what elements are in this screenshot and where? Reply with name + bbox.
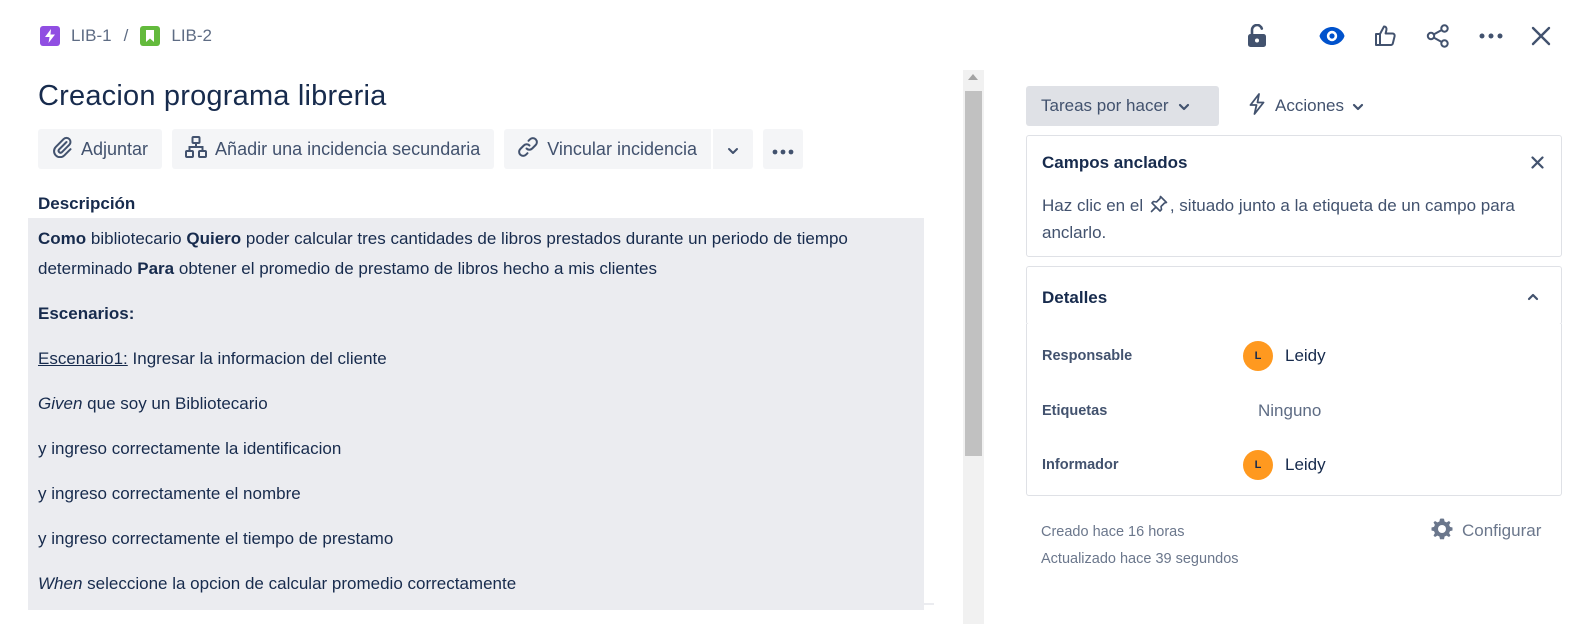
given-keyword: Given [38, 394, 83, 413]
configure-label: Configurar [1462, 521, 1542, 540]
assignee-name: Leidy [1285, 346, 1326, 365]
and-line-1: y ingreso correctamente la identificacio… [38, 439, 342, 458]
given-line: Given que soy un Bibliotecario [38, 389, 914, 419]
labels-row: Etiquetas Ninguno [1042, 393, 1551, 429]
description-editor[interactable]: Como bibliotecario Quiero poder calcular… [28, 218, 924, 610]
paperclip-icon [51, 136, 73, 163]
breadcrumb-current[interactable]: LIB-2 [140, 26, 212, 46]
details-title: Detalles [1042, 288, 1108, 307]
scroll-up-arrow-icon[interactable] [968, 74, 978, 80]
share-icon[interactable] [1420, 18, 1456, 54]
pin-icon [1150, 195, 1168, 220]
reporter-field[interactable]: L Leidy [1243, 450, 1326, 480]
assignee-field[interactable]: L Leidy [1243, 341, 1326, 371]
gear-icon [1430, 517, 1454, 546]
issue-timestamps: Creado hace 16 horas Actualizado hace 39… [1041, 519, 1239, 573]
status-dropdown[interactable]: Tareas por hacer [1026, 86, 1219, 126]
given-text: que soy un Bibliotecario [87, 394, 268, 413]
avatar: L [1243, 450, 1273, 480]
want-text-line2: determinado [38, 259, 133, 278]
scrollbar-thumb[interactable] [965, 91, 982, 456]
more-actions-button[interactable] [763, 129, 803, 169]
chevron-down-icon [1352, 96, 1364, 116]
when-text: seleccione la opcion de calcular promedi… [87, 574, 517, 593]
attach-label: Adjuntar [81, 138, 149, 159]
scrollbar[interactable] [963, 70, 984, 624]
updated-timestamp: Actualizado hace 39 segundos [1041, 551, 1239, 567]
avatar: L [1243, 341, 1273, 371]
when-line: When seleccione la opcion de calcular pr… [38, 569, 914, 599]
link-icon [517, 136, 539, 163]
user-story-paragraph: Como bibliotecario Quiero poder calcular… [38, 224, 914, 284]
story-icon [140, 26, 161, 46]
pinned-fields-title: Campos anclados [1042, 153, 1188, 172]
lightning-icon [1247, 92, 1267, 120]
description-divider [28, 603, 934, 605]
pinned-fields-panel: Campos anclados Haz clic en el , situado… [1026, 135, 1562, 257]
issue-header-actions [1222, 18, 1559, 54]
status-label: Tareas por hacer [1041, 96, 1169, 115]
more-icon [772, 139, 794, 160]
link-issue-button[interactable]: Vincular incidencia [504, 129, 711, 169]
description-label: Descripción [38, 194, 136, 213]
actions-label: Acciones [1275, 96, 1344, 115]
chevron-down-icon [1178, 96, 1190, 116]
issue-title[interactable]: Creacion programa libreria [38, 80, 387, 113]
when-keyword: When [38, 574, 83, 593]
breadcrumb-parent-label[interactable]: LIB-1 [71, 26, 112, 46]
reporter-name: Leidy [1285, 455, 1326, 474]
para-keyword: Para [137, 259, 175, 278]
chevron-down-icon [727, 139, 739, 160]
more-icon[interactable] [1473, 18, 1509, 54]
thumbs-up-icon[interactable] [1367, 18, 1403, 54]
add-child-issue-label: Añadir una incidencia secundaria [215, 138, 481, 159]
breadcrumb-current-label[interactable]: LIB-2 [171, 26, 212, 46]
details-panel-body: Responsable L Leidy Etiquetas Ninguno In… [1026, 324, 1562, 496]
close-icon[interactable] [1523, 18, 1559, 54]
actions-dropdown[interactable]: Acciones [1237, 86, 1374, 126]
details-panel-header[interactable]: Detalles [1026, 266, 1562, 325]
chevron-up-icon[interactable] [1523, 287, 1543, 307]
hierarchy-icon [185, 135, 208, 163]
created-timestamp: Creado hace 16 horas [1041, 524, 1185, 540]
assignee-row: Responsable L Leidy [1042, 338, 1551, 374]
add-child-issue-button[interactable]: Añadir una incidencia secundaria [172, 129, 495, 169]
scenario1-line: Escenario1: Ingresar la informacion del … [38, 344, 914, 374]
como-keyword: Como [38, 229, 87, 248]
breadcrumb-parent[interactable]: LIB-1 [40, 26, 112, 46]
epic-icon [40, 26, 60, 46]
labels-value: Ninguno [1258, 401, 1322, 420]
assignee-label: Responsable [1042, 348, 1133, 364]
configure-button[interactable]: Configurar [1430, 517, 1541, 545]
scenarios-heading-text: Escenarios: [38, 304, 135, 323]
scenario1-text: Ingresar la informacion del cliente [132, 349, 387, 368]
close-icon[interactable] [1527, 152, 1547, 172]
link-issue-label: Vincular incidencia [547, 138, 697, 159]
link-issue-dropdown-button[interactable] [713, 129, 753, 169]
scenario1-label: Escenario1: [38, 349, 128, 368]
pinned-fields-help: Haz clic en el , situado junto a la etiq… [1042, 193, 1545, 245]
role-text: bibliotecario [90, 229, 182, 248]
reporter-row: Informador L Leidy [1042, 447, 1551, 483]
issue-toolbar: Adjuntar Añadir una incidencia secundari… [38, 129, 803, 169]
want-text-line1: poder calcular tres cantidades de libros… [245, 229, 848, 248]
labels-label: Etiquetas [1042, 403, 1108, 419]
lock-unlocked-icon[interactable] [1239, 18, 1275, 54]
pinned-help-text-before: Haz clic en el [1042, 196, 1144, 215]
labels-field[interactable]: Ninguno [1258, 401, 1321, 421]
and-line-2: y ingreso correctamente el nombre [38, 484, 301, 503]
eye-icon[interactable] [1314, 18, 1350, 54]
scenarios-heading: Escenarios: [38, 299, 914, 329]
breadcrumb: LIB-1 / LIB-2 [40, 25, 212, 47]
quiero-keyword: Quiero [186, 229, 242, 248]
reporter-label: Informador [1042, 457, 1119, 473]
breadcrumb-separator: / [123, 26, 129, 45]
and-line-3: y ingreso correctamente el tiempo de pre… [38, 529, 394, 548]
benefit-text: obtener el promedio de prestamo de libro… [178, 259, 658, 278]
attach-button[interactable]: Adjuntar [38, 129, 163, 169]
